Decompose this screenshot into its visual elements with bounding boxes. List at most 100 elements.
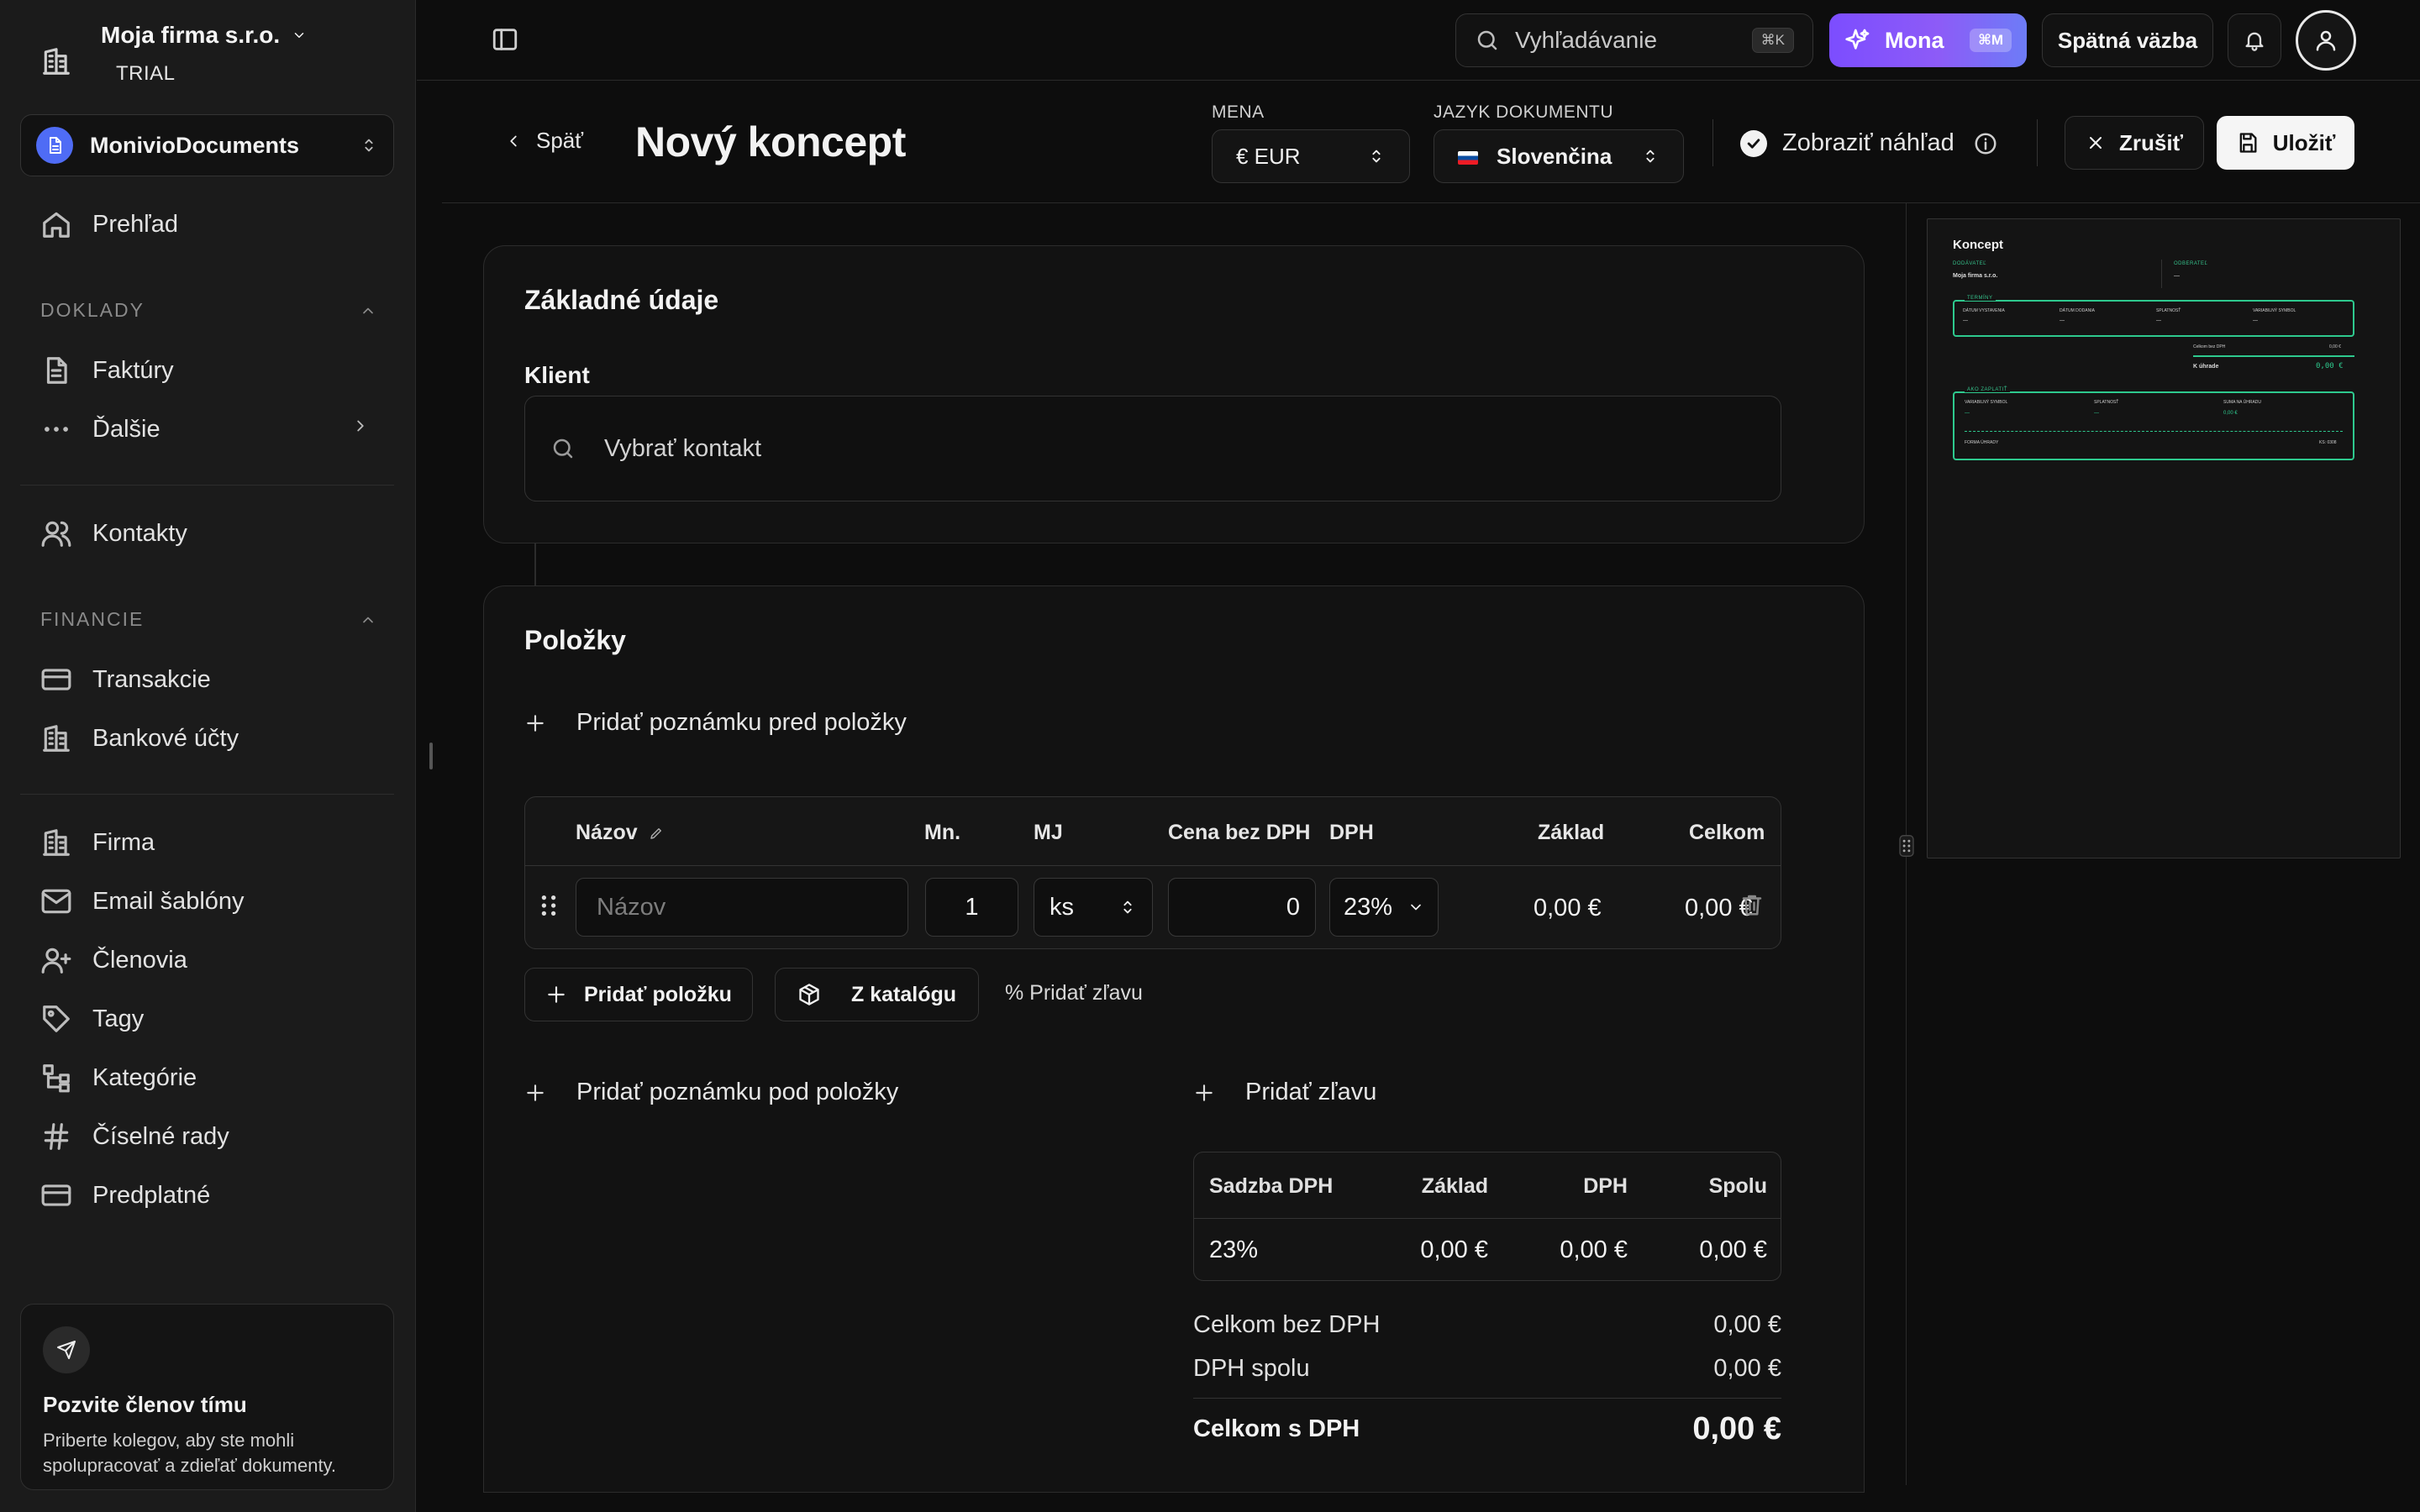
mona-ai-button[interactable]: Mona ⌘M	[1829, 13, 2027, 67]
vat-amount-header: DPH	[1583, 1174, 1628, 1198]
add-item-button[interactable]: Pridať položku	[524, 968, 753, 1021]
back-button[interactable]: Späť	[504, 128, 583, 154]
company-name-text: Moja firma s.r.o.	[101, 22, 281, 48]
item-unit-value: ks	[1050, 893, 1074, 921]
section-label: DOKLADY	[40, 299, 145, 321]
language-value: Slovenčina	[1497, 143, 1612, 169]
company-switcher[interactable]: Moja firma s.r.o. TRIAL	[40, 22, 307, 86]
sidebar-item-overview[interactable]: Prehľad	[40, 208, 178, 240]
preview-due-value: —	[2156, 318, 2161, 323]
item-price-input[interactable]: 0	[1168, 878, 1316, 937]
currency-value: € EUR	[1236, 143, 1301, 169]
language-select[interactable]: Slovenčina	[1434, 129, 1684, 183]
cancel-button[interactable]: Zrušiť	[2065, 116, 2204, 170]
sidebar-resize-handle[interactable]	[429, 743, 433, 769]
divider	[2161, 260, 2162, 288]
pencil-icon[interactable]	[649, 826, 664, 841]
preview-to-pay-label: K úhrade	[2193, 364, 2219, 370]
feedback-button[interactable]: Spätná väzba	[2042, 13, 2213, 67]
preview-toggle[interactable]: Zobraziť náhľad	[1740, 129, 1998, 157]
col-name-header: Názov	[576, 821, 664, 845]
sidebar-item-contacts[interactable]: Kontakty	[40, 517, 187, 549]
panel-resize-handle[interactable]	[1899, 835, 1914, 857]
items-table: Názov Mn. MJ Cena bez DPH DPH Základ Cel…	[524, 796, 1781, 949]
sidebar-item-label: Kategórie	[92, 1063, 197, 1091]
divider	[1193, 1398, 1781, 1399]
preview-vs-label: VARIABILNÝ SYMBOL	[2253, 308, 2296, 313]
package-icon	[799, 984, 819, 1005]
chevron-up-icon	[363, 617, 373, 622]
sidebar-item-email-templates[interactable]: Email šablóny	[40, 885, 245, 917]
chevron-updown-icon	[1646, 150, 1655, 163]
grand-total-row: Celkom s DPH 0,00 €	[1193, 1411, 1781, 1447]
bank-icon	[43, 725, 70, 752]
client-placeholder: Vybrať kontakt	[604, 434, 762, 462]
sidebar-item-bank-accounts[interactable]: Bankové účty	[40, 722, 239, 754]
home-icon	[43, 212, 70, 238]
trash-icon[interactable]	[1739, 892, 1765, 917]
sidebar-item-company[interactable]: Firma	[40, 827, 155, 858]
client-select[interactable]: Vybrať kontakt	[524, 396, 1781, 501]
preview-sum-value: 0,00 €	[2329, 344, 2341, 349]
hierarchy-icon	[43, 1064, 70, 1093]
item-name-input[interactable]: Názov	[576, 878, 908, 937]
hash-icon	[44, 1123, 69, 1150]
sidebar-item-categories[interactable]: Kategórie	[40, 1062, 197, 1094]
vat-total-value: 0,00 €	[1713, 1355, 1781, 1382]
search-input[interactable]: Vyhľadávanie ⌘K	[1455, 13, 1813, 67]
info-icon[interactable]	[1973, 131, 1998, 156]
save-button[interactable]: Uložiť	[2217, 116, 2354, 170]
sidebar-item-members[interactable]: Členovia	[40, 944, 187, 976]
divider	[2193, 355, 2354, 357]
notifications-button[interactable]	[2228, 13, 2281, 67]
sidebar-item-tags[interactable]: Tagy	[40, 1003, 144, 1035]
vat-rate-header: Sadzba DPH	[1209, 1174, 1334, 1198]
item-qty-value: 1	[965, 893, 979, 921]
sidebar-item-subscription[interactable]: Predplatné	[40, 1179, 210, 1211]
add-note-after-link[interactable]: Pridať poznámku pod položky	[524, 1079, 898, 1106]
vat-amount-value: 0,00 €	[1560, 1236, 1628, 1263]
preview-sum-label: Celkom bez DPH	[2193, 344, 2226, 349]
from-catalog-button[interactable]: Z katalógu	[775, 968, 980, 1021]
divider	[1194, 1218, 1781, 1219]
item-vat-select[interactable]: 23%	[1329, 878, 1439, 937]
add-note-after-label: Pridať poznámku pod položky	[576, 1079, 899, 1105]
item-qty-input[interactable]: 1	[925, 878, 1018, 937]
item-base-value: 0,00 €	[1534, 895, 1602, 921]
preview-issue-date-label: DÁTUM VYSTAVENIA	[1963, 308, 2005, 313]
vat-base-value: 0,00 €	[1420, 1236, 1488, 1263]
sidebar-item-label: Tagy	[92, 1005, 145, 1032]
section-label: FINANCIE	[40, 608, 145, 630]
section-doklady[interactable]: DOKLADY	[40, 299, 376, 322]
sidebar-item-number-series[interactable]: Číselné rady	[40, 1121, 229, 1152]
plus-icon	[1196, 1084, 1213, 1101]
workspace-switcher[interactable]: MonivioDocuments	[20, 114, 394, 176]
grand-total-value: 0,00 €	[1692, 1411, 1781, 1446]
sidebar-item-invoices[interactable]: Faktúry	[40, 354, 174, 386]
add-discount-inline-link[interactable]: % Pridať zľavu	[1005, 981, 1143, 1005]
section-financie[interactable]: FINANCIE	[40, 608, 376, 631]
sidebar-item-transactions[interactable]: Transakcie	[40, 664, 211, 696]
currency-select[interactable]: € EUR	[1212, 129, 1410, 183]
add-discount-link[interactable]: Pridať zľavu	[1193, 1079, 1376, 1106]
item-unit-select[interactable]: ks	[1034, 878, 1153, 937]
col-unit-header: MJ	[1034, 821, 1063, 844]
close-icon	[2089, 137, 2102, 149]
document-preview[interactable]: Koncept DODÁVATEĽ Moja firma s.r.o. ODBE…	[1927, 218, 2401, 858]
avatar[interactable]	[2296, 10, 2356, 71]
add-note-before-link[interactable]: Pridať poznámku pred položky	[524, 709, 907, 737]
vat-total-header: Spolu	[1708, 1174, 1767, 1198]
sidebar: Moja firma s.r.o. TRIAL MonivioDocuments…	[0, 0, 416, 1512]
item-name-placeholder: Názov	[597, 893, 666, 921]
add-item-label: Pridať položku	[584, 982, 732, 1006]
sidebar-toggle-icon[interactable]	[491, 25, 519, 54]
drag-handle-icon[interactable]	[539, 893, 559, 918]
cancel-label: Zrušiť	[2118, 129, 2184, 155]
add-note-before-label: Pridať poznámku pred položky	[576, 709, 907, 736]
tag-icon	[43, 1005, 70, 1032]
document-header: Späť Nový koncept MENA € EUR JAZYK DOKUM…	[442, 81, 2420, 203]
chevron-down-icon	[294, 33, 304, 38]
sidebar-item-more[interactable]: Ďalšie	[40, 413, 160, 445]
invite-card[interactable]: Pozvite členov tímu Priberte kolegov, ab…	[20, 1304, 394, 1490]
user-plus-icon	[41, 948, 71, 974]
